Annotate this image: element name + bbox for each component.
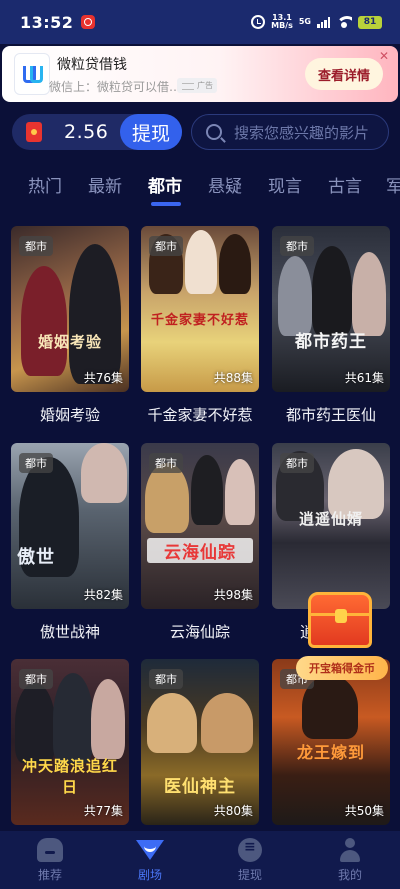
- theater-icon: [135, 838, 165, 862]
- poster: 医仙神主 都市 共80集: [141, 659, 259, 825]
- network-speed: 13.1 MB/s: [271, 14, 293, 30]
- episode-count: 共50集: [344, 804, 384, 818]
- genre-badge: 都市: [149, 669, 183, 689]
- drama-card[interactable]: 都市药王 都市 共61集 都市药王医仙: [272, 226, 390, 425]
- tab-ancient-romance[interactable]: 古言: [328, 172, 362, 197]
- ad-logo: [14, 53, 50, 95]
- signal-icon: [317, 16, 330, 28]
- wallet-amount: 2.56: [64, 121, 109, 143]
- treasure-chest-widget[interactable]: 开宝箱得金币: [296, 588, 388, 684]
- wallet-balance[interactable]: 2.56 提现: [12, 114, 182, 150]
- poster: 傲世 都市 共82集: [11, 443, 129, 609]
- treasure-chest-label: 开宝箱得金币: [296, 656, 388, 680]
- poster-title: 冲天踏浪追红日: [21, 757, 118, 796]
- chat-icon: [238, 838, 262, 862]
- network-type: 5G: [299, 18, 311, 26]
- network-type-label: 5G: [298, 17, 311, 26]
- home-icon: [37, 838, 63, 862]
- drama-card[interactable]: 云海仙踪 都市 共98集 云海仙踪: [141, 443, 259, 642]
- genre-badge: 都市: [19, 669, 53, 689]
- drama-card[interactable]: 婚姻考验 都市 共76集 婚姻考验: [11, 226, 129, 425]
- nav-label: 提现: [237, 868, 262, 882]
- weilidai-logo-icon: [22, 65, 43, 83]
- episode-count: 共82集: [83, 588, 123, 602]
- nav-recommend[interactable]: 推荐: [0, 831, 100, 889]
- genre-badge: 都市: [19, 236, 53, 256]
- drama-title: 傲世战神: [39, 623, 100, 641]
- poster: 都市药王 都市 共61集: [272, 226, 390, 392]
- drama-card[interactable]: 千金家妻不好惹 都市 共88集 千金家妻不好惹: [141, 226, 259, 425]
- drama-title: 千金家妻不好惹: [147, 406, 253, 424]
- ad-banner[interactable]: 微粒贷借钱 微信上：微粒贷可以借… 广告 查看详情 ✕: [2, 46, 398, 102]
- drama-card[interactable]: 傲世 都市 共82集 傲世战神: [11, 443, 129, 642]
- poster: 逍遥仙婿 都市: [272, 443, 390, 609]
- wifi-icon: [336, 16, 352, 28]
- poster-title: 逍遥仙婿: [298, 510, 363, 528]
- nav-withdraw[interactable]: 提现: [200, 831, 300, 889]
- nav-label: 推荐: [37, 868, 62, 882]
- close-icon[interactable]: ✕: [379, 49, 389, 63]
- poster-title: 医仙神主: [164, 777, 236, 797]
- episode-count: 共98集: [213, 588, 253, 602]
- nav-profile[interactable]: 我的: [300, 831, 400, 889]
- poster-title: 云海仙踪: [147, 538, 253, 563]
- episode-count: 共61集: [344, 371, 384, 385]
- poster-title: 千金家妻不好惹: [150, 313, 249, 328]
- drama-card[interactable]: 医仙神主 都市 共80集: [141, 659, 259, 825]
- poster: 云海仙踪 都市 共98集: [141, 443, 259, 609]
- drama-title: 婚姻考验: [39, 406, 100, 424]
- poster-title: 傲世: [17, 547, 55, 568]
- episode-count: 共88集: [213, 371, 253, 385]
- search-placeholder: 搜索您感兴趣的影片: [234, 123, 370, 142]
- ad-subtitle: 微信上：微粒贷可以借…: [49, 80, 182, 94]
- tab-suspense[interactable]: 悬疑: [208, 172, 242, 197]
- poster-title: 都市药王: [295, 332, 367, 352]
- poster: 千金家妻不好惹 都市 共88集: [141, 226, 259, 392]
- tab-urban[interactable]: 都市: [148, 172, 182, 197]
- search-input[interactable]: 搜索您感兴趣的影片: [191, 114, 389, 150]
- status-time: 13:52: [20, 12, 74, 32]
- tab-modern-romance[interactable]: 现言: [268, 172, 302, 197]
- tab-hot[interactable]: 热门: [28, 172, 62, 197]
- drama-card[interactable]: 冲天踏浪追红日 都市 共77集: [11, 659, 129, 825]
- withdraw-button[interactable]: 提现: [120, 114, 182, 150]
- episode-count: 共80集: [213, 804, 253, 818]
- poster: 婚姻考验 都市 共76集: [11, 226, 129, 392]
- genre-badge: 都市: [280, 236, 314, 256]
- category-tabs: 热门 最新 都市 悬疑 现言 古言 军: [0, 168, 400, 208]
- bottom-navigation: 推荐 剧场 提现 我的: [0, 831, 400, 889]
- alarm-icon: [251, 15, 266, 29]
- genre-badge: 都市: [19, 453, 53, 473]
- poster-title: 龙王嫁到: [296, 743, 365, 762]
- poster-title: 婚姻考验: [37, 333, 102, 351]
- tab-latest[interactable]: 最新: [88, 172, 122, 197]
- ad-title: 微粒贷借钱: [57, 57, 127, 73]
- ad-tag: 广告: [177, 78, 217, 93]
- nav-theater[interactable]: 剧场: [100, 831, 200, 889]
- tab-military[interactable]: 军: [386, 172, 400, 197]
- drama-title: 都市药王医仙: [285, 406, 376, 424]
- status-icons: 13.1 MB/s 5G 81: [251, 14, 382, 30]
- episode-count: 共76集: [83, 371, 123, 385]
- treasure-chest-icon: [308, 592, 372, 648]
- drama-title: 云海仙踪: [169, 623, 230, 641]
- nav-label: 剧场: [137, 868, 162, 882]
- search-icon: [206, 124, 222, 140]
- active-tab-indicator: [151, 202, 181, 206]
- red-envelope-icon: [26, 122, 42, 142]
- genre-badge: 都市: [149, 453, 183, 473]
- episode-count: 共77集: [83, 804, 123, 818]
- drama-grid: 婚姻考验 都市 共76集 婚姻考验 千金家妻不好惹 都市 共88集 千金家妻不好…: [0, 226, 400, 831]
- genre-badge: 都市: [149, 236, 183, 256]
- app-notification-icon: [81, 15, 96, 29]
- network-speed-unit: MB/s: [271, 21, 293, 30]
- nav-label: 我的: [337, 868, 362, 882]
- user-icon: [338, 838, 362, 862]
- ad-cta-button[interactable]: 查看详情: [305, 58, 383, 90]
- battery-icon: 81: [358, 15, 382, 29]
- poster: 冲天踏浪追红日 都市 共77集: [11, 659, 129, 825]
- status-bar: 13:52 13.1 MB/s 5G 81: [0, 0, 400, 44]
- genre-badge: 都市: [280, 453, 314, 473]
